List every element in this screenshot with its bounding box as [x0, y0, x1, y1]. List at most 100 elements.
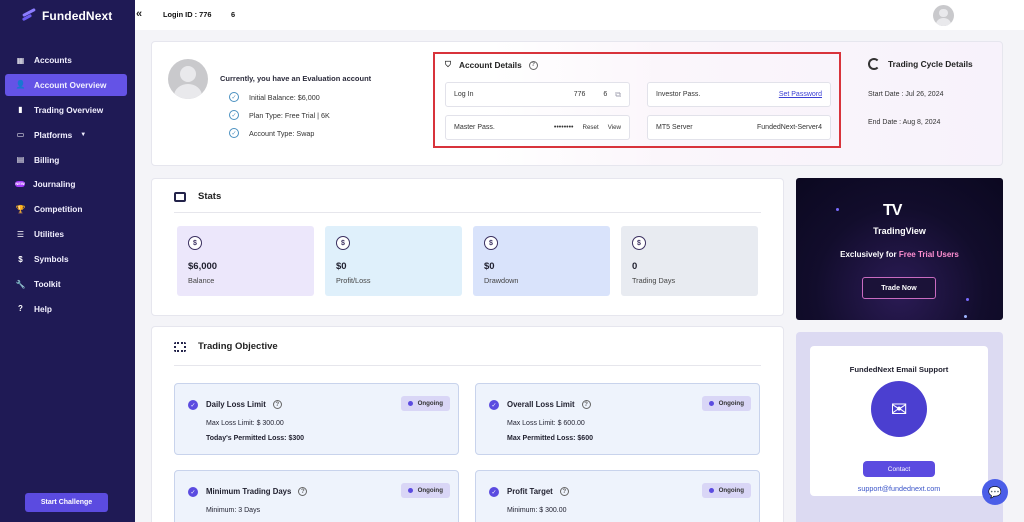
login-id-suffix: 6 — [231, 10, 236, 19]
help-icon[interactable]: ? — [272, 400, 282, 409]
tradingview-promo: TV TradingView Exclusively for Free Tria… — [796, 178, 1003, 320]
objective-min-trading-days: ✓ Minimum Trading Days? Ongoing Minimum:… — [174, 470, 459, 522]
sidebar-item-label: Utilities — [34, 229, 64, 240]
account-type-text: Account Type: Swap — [249, 128, 315, 138]
stats-heading: Stats — [198, 191, 222, 202]
stats-card: Stats $ $6,000 Balance $ $0 Profit/Loss … — [151, 178, 784, 316]
brand-logo[interactable]: FundedNext — [21, 7, 113, 23]
stats-icon — [174, 191, 186, 202]
brand-name: FundedNext — [42, 9, 113, 23]
mt5-server-label: MT5 Server — [656, 124, 693, 131]
sidebar-item-journaling[interactable]: NEW Journaling — [5, 173, 127, 195]
login-id-label: Login ID : 776 — [163, 10, 212, 19]
help-icon[interactable]: ? — [298, 487, 308, 496]
sidebar-item-utilities[interactable]: ☰ Utilities — [5, 223, 127, 245]
decor-dot — [966, 298, 969, 301]
objective-daily-loss: ✓ Daily Loss Limit? Ongoing Max Loss Lim… — [174, 383, 459, 455]
email-support-card: FundedNext Email Support ✉ Contact suppo… — [810, 346, 988, 496]
master-password-label: Master Pass. — [454, 124, 495, 131]
sidebar-item-help[interactable]: ? Help — [5, 298, 127, 320]
sidebar-item-accounts[interactable]: ▦ Accounts — [5, 49, 127, 71]
objective-title-row: Profit Target? — [507, 487, 569, 496]
sidebar-item-label: Toolkit — [34, 279, 61, 290]
status-badge: Ongoing — [400, 483, 450, 498]
contact-button[interactable]: Contact — [863, 461, 935, 477]
support-email-link[interactable]: support@fundednext.com — [810, 484, 988, 493]
sidebar-item-competition[interactable]: 🏆 Competition — [5, 198, 127, 220]
dollar-icon: $ — [18, 254, 23, 264]
check-circle-icon: ✓ — [229, 110, 239, 120]
objective-title-row: Overall Loss Limit? — [507, 400, 591, 409]
objective-name: Minimum Trading Days — [206, 487, 292, 496]
sidebar-item-toolkit[interactable]: 🔧 Toolkit — [5, 273, 127, 295]
stat-label: Profit/Loss — [336, 276, 371, 285]
objective-title-row: Minimum Trading Days? — [206, 487, 308, 496]
stat-label: Trading Days — [632, 276, 676, 285]
check-icon: ✓ — [489, 400, 499, 410]
dollar-coin-icon: $ — [336, 236, 350, 250]
help-icon[interactable]: ? — [581, 400, 591, 409]
plan-type-text: Plan Type: Free Trial | 6K — [249, 110, 330, 120]
check-item: ✓ Plan Type: Free Trial | 6K — [229, 106, 330, 124]
grid-icon: ▦ — [16, 55, 25, 65]
stat-value: $0 — [484, 261, 495, 272]
investor-password-field: Investor Pass. Set Password — [647, 82, 831, 107]
mt5-server-value: FundedNext-Server4 — [757, 124, 822, 131]
copy-icon[interactable]: ⧉ — [615, 90, 621, 100]
tagline-prefix: Exclusively for — [840, 250, 899, 259]
start-challenge-button[interactable]: Start Challenge — [25, 493, 108, 512]
help-icon[interactable]: ? — [528, 60, 538, 70]
objective-title: Trading Objective — [174, 341, 278, 352]
sidebar-item-label: Platforms — [34, 129, 73, 140]
shield-icon: ⛉ — [445, 60, 451, 69]
check-icon: ✓ — [188, 400, 198, 410]
set-password-link[interactable]: Set Password — [779, 91, 822, 98]
reset-password-button[interactable]: Reset — [583, 124, 599, 131]
monitor-icon: ▭ — [16, 130, 25, 140]
login-label: Log In — [454, 91, 474, 98]
account-check-list: ✓ Initial Balance: $6,000 ✓ Plan Type: Fre… — [229, 88, 330, 142]
sidebar-item-symbols[interactable]: $ Symbols — [5, 248, 127, 270]
objective-line: Minimum: 3 Days — [206, 507, 261, 514]
objective-line: Max Loss Limit: $ 600.00 — [507, 420, 585, 427]
stat-label: Drawdown — [484, 276, 519, 285]
login-value-suffix: 6 — [603, 91, 608, 98]
sidebar: FundedNext ▦ Accounts 👤 Account Overview ▮… — [0, 0, 135, 522]
logo-icon — [21, 7, 38, 23]
sidebar-item-label: Trading Overview — [34, 104, 104, 115]
bar-chart-icon: ▮ — [18, 105, 23, 115]
sidebar-item-trading-overview[interactable]: ▮ Trading Overview — [5, 99, 127, 121]
objective-name: Profit Target — [507, 487, 553, 496]
decor-dot — [836, 208, 839, 211]
objective-name: Daily Loss Limit — [206, 400, 266, 409]
card-icon: ▤ — [16, 155, 25, 165]
user-avatar[interactable] — [933, 5, 954, 26]
support-title: FundedNext Email Support — [849, 365, 949, 374]
sidebar-item-account-overview[interactable]: 👤 Account Overview — [5, 73, 127, 96]
email-support-icon: ✉ — [871, 381, 927, 437]
check-circle-icon: ✓ — [229, 128, 239, 138]
trading-objective-card: Trading Objective ✓ Daily Loss Limit? On… — [151, 326, 784, 522]
status-badge: Ongoing — [701, 396, 751, 411]
trade-now-button[interactable]: Trade Now — [862, 277, 936, 299]
sidebar-item-label: Help — [34, 303, 52, 314]
divider — [174, 365, 761, 366]
view-password-button[interactable]: View — [608, 124, 621, 131]
stat-balance: $ $6,000 Balance — [177, 226, 314, 296]
trophy-icon: 🏆 — [15, 204, 26, 214]
collapse-sidebar-icon[interactable]: « — [136, 8, 142, 20]
sidebar-nav: ▦ Accounts 👤 Account Overview ▮ Trading Ove… — [5, 49, 127, 323]
chevron-down-icon: ▼ — [80, 131, 87, 138]
account-details-heading: Account Details — [459, 60, 522, 70]
check-circle-icon: ✓ — [229, 92, 239, 102]
help-icon[interactable]: ? — [559, 487, 569, 496]
cycle-end-date: End Date : Aug 8, 2024 — [868, 119, 941, 126]
sidebar-item-label: Billing — [34, 154, 60, 165]
master-password-value: •••••••• — [553, 124, 574, 131]
sidebar-item-platforms[interactable]: ▭ Platforms ▼ — [5, 124, 127, 146]
login-field: Log In 776 6 ⧉ — [445, 82, 630, 107]
profile-avatar — [168, 59, 208, 99]
objective-name: Overall Loss Limit — [507, 400, 575, 409]
sidebar-item-billing[interactable]: ▤ Billing — [5, 149, 127, 171]
chat-icon[interactable]: 💬 — [982, 479, 1008, 505]
